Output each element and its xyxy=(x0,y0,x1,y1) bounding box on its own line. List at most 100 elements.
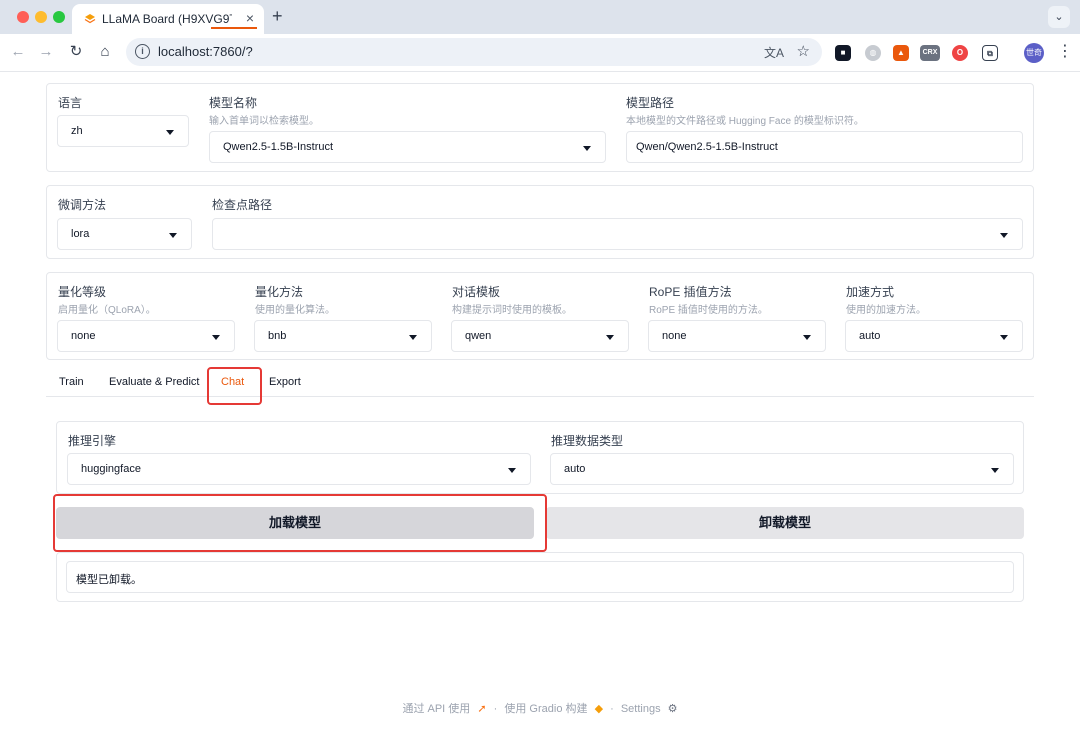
finetune-panel: 微调方法 lora 检查点路径 xyxy=(46,185,1034,259)
finetune-method-select[interactable]: lora xyxy=(57,218,192,250)
rope-scaling-value: none xyxy=(662,330,687,342)
booster-select[interactable]: auto xyxy=(845,320,1023,352)
advanced-panel: 量化等级 启用量化（QLoRA）。 none 量化方法 使用的量化算法。 bnb… xyxy=(46,272,1034,360)
booster-label: 加速方式 xyxy=(846,285,895,299)
gear-icon: ⚙ xyxy=(667,703,678,715)
info-text: 模型已卸载。 xyxy=(76,574,142,586)
load-button-highlight xyxy=(53,494,547,552)
extension-2-icon[interactable]: ◍ xyxy=(865,45,881,61)
url-text[interactable]: localhost:7860/? xyxy=(158,44,253,59)
checkpoint-label: 检查点路径 xyxy=(212,198,273,212)
browser-tab[interactable]: LLaMA Board (H9XVG9TD99 × xyxy=(72,4,264,34)
reload-icon[interactable]: ↻ xyxy=(66,42,86,62)
rope-scaling-label: RoPE 插值方法 xyxy=(649,285,732,299)
quant-bit-hint: 启用量化（QLoRA）。 xyxy=(58,305,156,316)
model-name-select[interactable]: Qwen2.5-1.5B-Instruct xyxy=(209,131,606,163)
browser-toolbar: ← → ↻ ⌂ i localhost:7860/? 文A ☆ ■ ◍ ▲ CR… xyxy=(0,34,1080,72)
extension-3-icon[interactable]: ▲ xyxy=(893,45,909,61)
language-label: 语言 xyxy=(58,96,83,110)
active-tab-indicator xyxy=(211,27,257,29)
chevron-down-icon xyxy=(169,233,177,238)
minimize-window-button[interactable] xyxy=(35,11,47,23)
model-path-label: 模型路径 xyxy=(626,96,675,110)
tab-train[interactable]: Train xyxy=(59,376,84,388)
checkpoint-select[interactable] xyxy=(212,218,1023,250)
infer-dtype-select[interactable]: auto xyxy=(550,453,1014,485)
tab-close-icon[interactable]: × xyxy=(246,10,254,26)
profile-avatar[interactable]: 世奇 xyxy=(1024,43,1044,63)
opera-extension-icon[interactable]: O xyxy=(952,45,968,61)
close-window-button[interactable] xyxy=(17,11,29,23)
infer-dtype-label: 推理数据类型 xyxy=(551,434,624,448)
model-path-hint: 本地模型的文件路径或 Hugging Face 的模型标识符。 xyxy=(626,116,864,127)
model-name-value: Qwen2.5-1.5B-Instruct xyxy=(223,141,334,153)
chevron-down-icon xyxy=(991,468,999,473)
maximize-window-button[interactable] xyxy=(53,11,65,23)
footer-separator: · xyxy=(493,703,498,715)
bookmark-star-icon[interactable]: ☆ xyxy=(797,42,810,60)
chevron-down-icon xyxy=(1000,233,1008,238)
chevron-down-icon xyxy=(583,146,591,151)
site-info-icon[interactable]: i xyxy=(135,44,150,59)
chevron-down-icon xyxy=(409,335,417,340)
browser-tab-bar: LLaMA Board (H9XVG9TD99 × + ⌄ xyxy=(0,0,1080,34)
quant-bit-label: 量化等级 xyxy=(58,285,107,299)
settings-link[interactable]: Settings xyxy=(621,703,661,715)
model-name-hint: 输入首单词以检索模型。 xyxy=(209,116,319,127)
template-label: 对话模板 xyxy=(452,285,501,299)
back-arrow-icon[interactable]: ← xyxy=(8,42,28,62)
quant-method-label: 量化方法 xyxy=(255,285,304,299)
home-icon[interactable]: ⌂ xyxy=(95,42,115,62)
quant-method-select[interactable]: bnb xyxy=(254,320,432,352)
rope-scaling-select[interactable]: none xyxy=(648,320,826,352)
quant-bit-select[interactable]: none xyxy=(57,320,235,352)
booster-value: auto xyxy=(859,330,881,342)
info-panel: 模型已卸载。 xyxy=(56,552,1024,602)
rope-scaling-hint: RoPE 插值时使用的方法。 xyxy=(649,305,768,316)
booster-hint: 使用的加速方法。 xyxy=(846,305,926,316)
gradio-link[interactable]: 使用 Gradio 构建 xyxy=(504,703,587,715)
rocket-icon: ➚ xyxy=(477,703,487,715)
chevron-down-icon xyxy=(166,130,174,135)
info-output[interactable]: 模型已卸载。 xyxy=(66,561,1014,593)
unload-model-button[interactable]: 卸载模型 xyxy=(546,507,1024,539)
quant-method-hint: 使用的量化算法。 xyxy=(255,305,335,316)
model-path-input[interactable]: Qwen/Qwen2.5-1.5B-Instruct xyxy=(626,131,1023,163)
new-tab-icon[interactable]: + xyxy=(272,6,283,26)
chevron-down-icon xyxy=(1000,335,1008,340)
api-link[interactable]: 通过 API 使用 xyxy=(402,703,470,715)
crx-extension-icon[interactable]: CRX xyxy=(920,45,940,61)
tab-title: LLaMA Board (H9XVG9TD99 xyxy=(102,12,232,26)
main-tabs: Train Evaluate & Predict Chat Export xyxy=(46,367,1034,397)
llama-board-favicon-icon xyxy=(84,14,96,24)
tab-evaluate-predict[interactable]: Evaluate & Predict xyxy=(109,376,200,388)
infer-backend-value: huggingface xyxy=(81,463,141,475)
model-name-label: 模型名称 xyxy=(209,96,258,110)
inference-panel: 推理引擎 huggingface 推理数据类型 auto xyxy=(56,421,1024,494)
address-bar[interactable]: i localhost:7860/? 文A ☆ xyxy=(126,38,822,66)
translate-icon[interactable]: 文A xyxy=(764,44,784,61)
language-select[interactable]: zh xyxy=(57,115,189,147)
chat-tab-highlight xyxy=(207,367,262,405)
forward-arrow-icon[interactable]: → xyxy=(36,42,56,62)
finetune-method-label: 微调方法 xyxy=(58,198,107,212)
tab-search-icon[interactable]: ⌄ xyxy=(1048,6,1070,28)
finetune-method-value: lora xyxy=(71,228,90,240)
quant-method-value: bnb xyxy=(268,330,287,342)
puzzle-extensions-icon[interactable]: ⧉ xyxy=(982,45,998,61)
browser-menu-icon[interactable]: ⋮ xyxy=(1057,42,1073,62)
tab-export[interactable]: Export xyxy=(269,376,301,388)
footer: 通过 API 使用 ➚ · 使用 Gradio 构建 ◆ · Settings … xyxy=(0,700,1080,716)
template-hint: 构建提示词时使用的模板。 xyxy=(452,305,572,316)
infer-backend-label: 推理引擎 xyxy=(68,434,117,448)
model-panel: 语言 zh 模型名称 输入首单词以检索模型。 Qwen2.5-1.5B-Inst… xyxy=(46,83,1034,172)
quant-bit-value: none xyxy=(71,330,96,342)
model-path-value: Qwen/Qwen2.5-1.5B-Instruct xyxy=(636,141,778,153)
extension-1-icon[interactable]: ■ xyxy=(835,45,851,61)
template-select[interactable]: qwen xyxy=(451,320,629,352)
chevron-down-icon xyxy=(508,468,516,473)
infer-backend-select[interactable]: huggingface xyxy=(67,453,531,485)
gradio-logo-icon: ◆ xyxy=(594,703,604,715)
infer-dtype-value: auto xyxy=(564,463,586,475)
chevron-down-icon xyxy=(803,335,811,340)
